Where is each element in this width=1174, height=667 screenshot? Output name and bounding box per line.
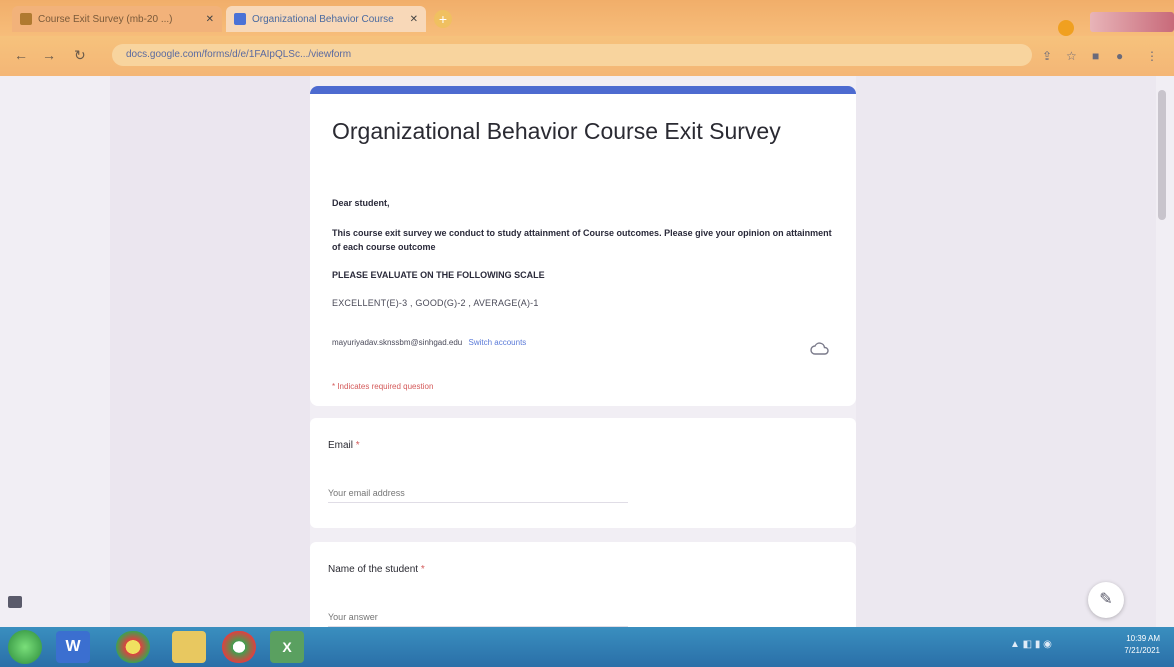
form-header-card: Organizational Behavior Course Exit Surv…: [310, 86, 856, 406]
required-note: * Indicates required question: [332, 382, 434, 391]
profile-icon[interactable]: ●: [1116, 49, 1123, 63]
windows-taskbar: W X ▲ ◧ ▮ ◉ 10:39 AM 7/21/2021: [0, 627, 1174, 667]
reload-icon[interactable]: ↻: [74, 47, 86, 64]
question-title: Name of the student: [328, 564, 419, 575]
sheets-favicon-icon: [20, 13, 32, 25]
address-bar[interactable]: docs.google.com/forms/d/e/1FAIpQLSc.../v…: [112, 44, 1032, 66]
form-greeting: Dear student,: [332, 198, 390, 208]
question-label: Email *: [328, 440, 360, 451]
required-asterisk: *: [418, 564, 425, 575]
word-app-icon[interactable]: W: [56, 631, 90, 663]
scale-heading: PLEASE EVALUATE ON THE FOLLOWING SCALE: [332, 270, 545, 280]
tab-label: Organizational Behavior Course: [252, 13, 394, 25]
form-description: This course exit survey we conduct to st…: [332, 228, 832, 252]
clock-time: 10:39 AM: [1126, 634, 1160, 643]
student-name-input[interactable]: [328, 612, 628, 627]
close-tab-icon[interactable]: ✕: [206, 14, 214, 25]
extension-icon[interactable]: ■: [1092, 49, 1099, 63]
switch-accounts-link[interactable]: Switch accounts: [469, 338, 527, 347]
email-input[interactable]: [328, 488, 628, 503]
account-email: mayuriyadav.sknssbm@sinhgad.edu: [332, 338, 463, 347]
question-card-student-name: Name of the student *: [310, 542, 856, 627]
question-title: Email: [328, 440, 354, 451]
profile-avatar-icon[interactable]: [1058, 20, 1074, 36]
question-label: Name of the student *: [328, 564, 425, 575]
cloud-saved-icon: [810, 342, 829, 355]
account-row: mayuriyadav.sknssbm@sinhgad.edu Switch a…: [332, 338, 526, 347]
browser-tab-organizational-behavior[interactable]: Organizational Behavior Course ✕: [226, 6, 426, 32]
clock-date: 7/21/2021: [1124, 646, 1160, 655]
close-tab-icon[interactable]: ✕: [410, 14, 418, 25]
system-tray[interactable]: ▲ ◧ ▮ ◉: [1010, 639, 1090, 655]
form-title: Organizational Behavior Course Exit Surv…: [332, 118, 781, 144]
folder-app-icon[interactable]: [172, 631, 206, 663]
question-card-email: Email *: [310, 418, 856, 528]
browser-toolbar: ← → ↻ docs.google.com/forms/d/e/1FAIpQLS…: [0, 36, 1174, 76]
share-icon[interactable]: ⇪: [1042, 49, 1052, 63]
forward-arrow-icon[interactable]: →: [42, 47, 56, 63]
chrome-app-icon[interactable]: [116, 631, 150, 663]
tab-label: Course Exit Survey (mb-20 ...): [38, 13, 173, 25]
edit-pencil-icon[interactable]: ✎: [1088, 582, 1124, 618]
browser-tab-course-exit-survey[interactable]: Course Exit Survey (mb-20 ...) ✕: [12, 6, 222, 32]
excel-app-icon[interactable]: X: [270, 631, 304, 663]
forms-favicon-icon: [234, 13, 246, 25]
browser-tab-strip: Course Exit Survey (mb-20 ...) ✕ Organiz…: [0, 0, 1174, 36]
required-asterisk: *: [353, 440, 360, 451]
page-scrollbar[interactable]: [1158, 90, 1166, 220]
scale-values: EXCELLENT(E)-3 , GOOD(G)-2 , AVERAGE(A)-…: [332, 298, 539, 308]
back-arrow-icon[interactable]: ←: [14, 47, 28, 63]
start-button[interactable]: [8, 630, 42, 664]
taskbar-clock[interactable]: 10:39 AM 7/21/2021: [1100, 633, 1160, 657]
page-viewport: Organizational Behavior Course Exit Surv…: [0, 76, 1174, 627]
window-controls[interactable]: [1090, 12, 1174, 32]
chrome-window-icon[interactable]: [222, 631, 256, 663]
new-tab-button[interactable]: +: [434, 10, 452, 28]
feedback-icon[interactable]: [8, 596, 22, 608]
menu-kebab-icon[interactable]: ⋮: [1146, 49, 1158, 63]
bookmark-star-icon[interactable]: ☆: [1066, 49, 1077, 63]
